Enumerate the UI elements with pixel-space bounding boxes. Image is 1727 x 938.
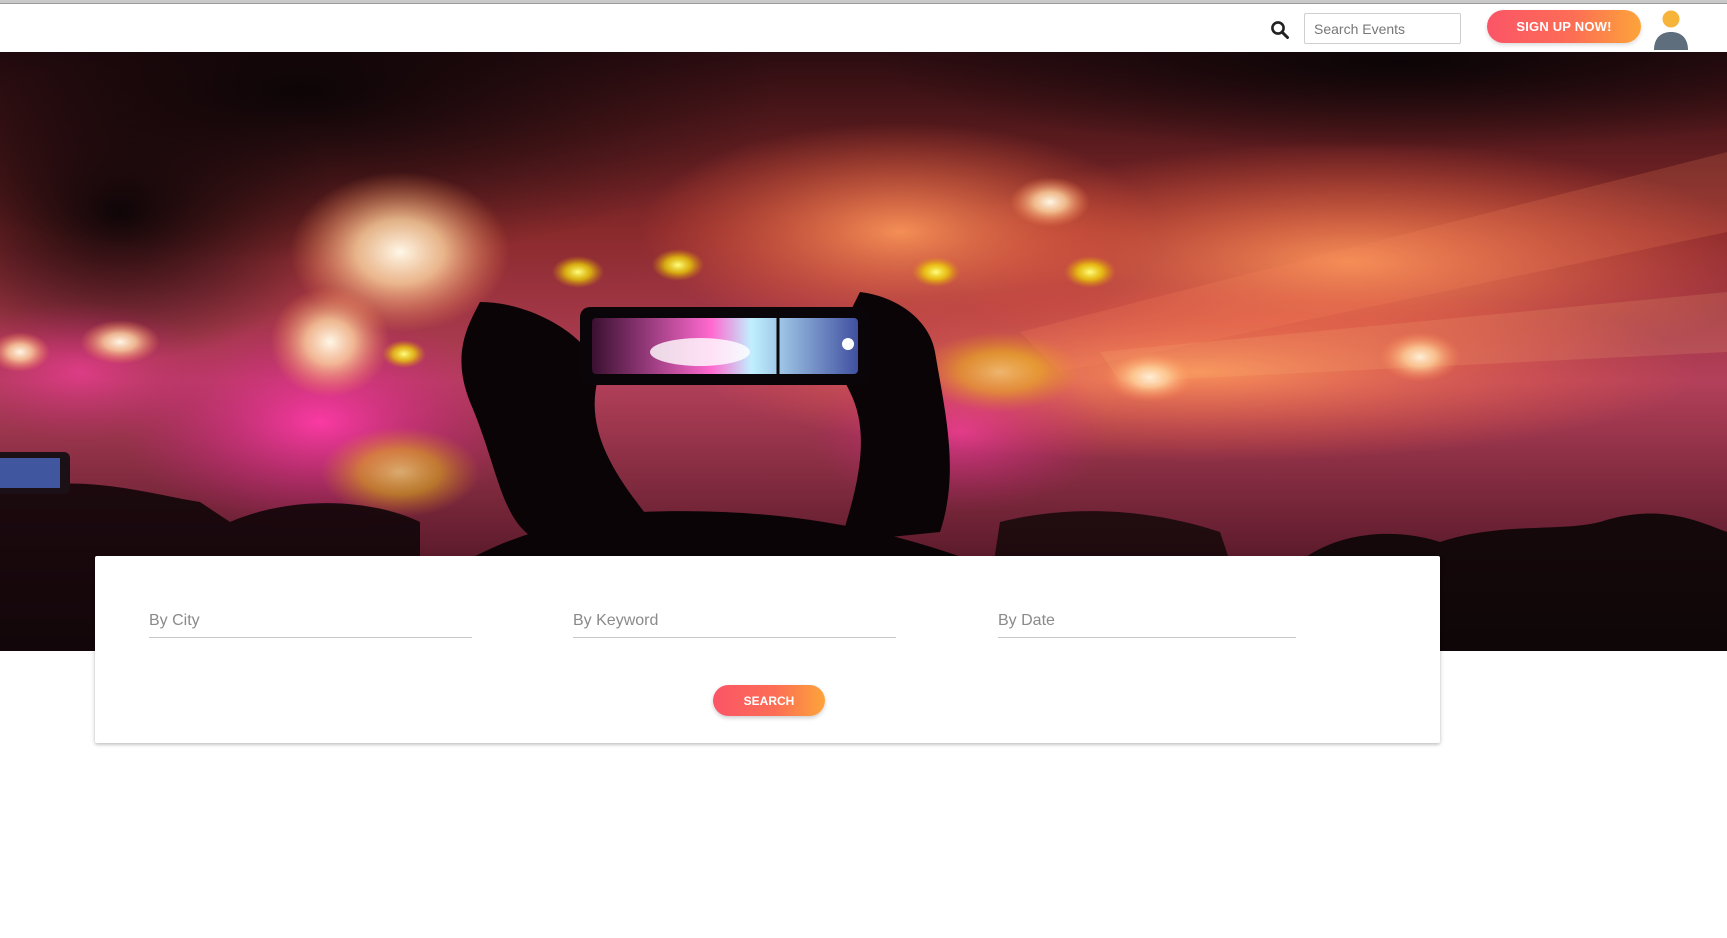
user-avatar-icon[interactable] bbox=[1652, 9, 1692, 51]
city-field[interactable] bbox=[149, 604, 472, 638]
navbar: SIGN UP NOW! bbox=[0, 4, 1727, 52]
search-icon[interactable] bbox=[1270, 20, 1290, 40]
search-events-input[interactable] bbox=[1304, 13, 1461, 44]
keyword-field[interactable] bbox=[573, 604, 896, 638]
event-search-form: SEARCH bbox=[95, 556, 1440, 743]
date-field[interactable] bbox=[998, 604, 1296, 638]
sign-up-button[interactable]: SIGN UP NOW! bbox=[1487, 10, 1641, 43]
search-button[interactable]: SEARCH bbox=[713, 685, 825, 716]
